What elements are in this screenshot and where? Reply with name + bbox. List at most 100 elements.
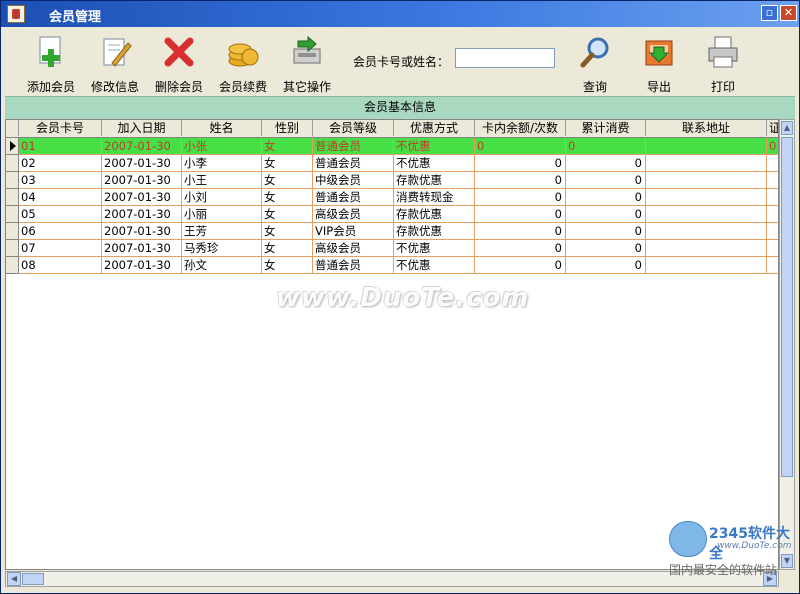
cell-extra[interactable] (767, 257, 778, 274)
cell-id[interactable]: 08 (19, 257, 102, 274)
cell-extra[interactable] (767, 240, 778, 257)
cell-extra[interactable] (767, 223, 778, 240)
scroll-left-arrow-icon[interactable]: ◀ (7, 572, 21, 586)
vertical-scrollbar[interactable]: ▲ ▼ (779, 119, 795, 570)
cell-level[interactable]: 高级会员 (313, 206, 394, 223)
cell-name[interactable]: 马秀珍 (182, 240, 262, 257)
row-indicator[interactable] (6, 206, 19, 223)
cell-discount[interactable]: 存款优惠 (394, 172, 475, 189)
cell-extra[interactable] (767, 172, 778, 189)
cell-level[interactable]: 高级会员 (313, 240, 394, 257)
header-gender[interactable]: 性别 (262, 120, 313, 136)
cell-address[interactable] (646, 172, 767, 189)
cell-balance[interactable]: 0 (475, 240, 566, 257)
cell-date[interactable]: 2007-01-30 (102, 138, 182, 155)
cell-level[interactable]: 普通会员 (313, 257, 394, 274)
cell-level[interactable]: 普通会员 (313, 138, 394, 155)
cell-gender[interactable]: 女 (262, 172, 313, 189)
row-indicator[interactable] (6, 138, 19, 155)
row-indicator[interactable] (6, 189, 19, 206)
cell-id[interactable]: 06 (19, 223, 102, 240)
cell-gender[interactable]: 女 (262, 206, 313, 223)
cell-address[interactable] (646, 240, 767, 257)
header-extra[interactable]: 证 (767, 120, 778, 136)
cell-level[interactable]: 普通会员 (313, 155, 394, 172)
cell-total[interactable]: 0 (566, 189, 646, 206)
vertical-scroll-thumb[interactable] (781, 137, 793, 477)
cell-address[interactable] (646, 189, 767, 206)
cell-balance[interactable]: 0 (475, 155, 566, 172)
cell-gender[interactable]: 女 (262, 257, 313, 274)
cell-id[interactable]: 05 (19, 206, 102, 223)
cell-name[interactable]: 王芳 (182, 223, 262, 240)
cell-balance[interactable]: 0 (475, 257, 566, 274)
cell-date[interactable]: 2007-01-30 (102, 172, 182, 189)
cell-discount[interactable]: 消费转现金 (394, 189, 475, 206)
cell-balance[interactable]: 0 (475, 172, 566, 189)
cell-id[interactable]: 03 (19, 172, 102, 189)
cell-extra[interactable] (767, 155, 778, 172)
cell-name[interactable]: 小张 (182, 138, 262, 155)
export-button[interactable]: 导出 (629, 33, 689, 94)
header-address[interactable]: 联系地址 (646, 120, 767, 136)
renew-member-button[interactable]: 会员续费 (213, 33, 273, 94)
edit-info-button[interactable]: 修改信息 (85, 33, 145, 94)
title-bar[interactable]: 会员管理 ▫ ✕ (1, 1, 799, 27)
print-button[interactable]: 打印 (693, 33, 753, 94)
cell-gender[interactable]: 女 (262, 223, 313, 240)
scroll-up-arrow-icon[interactable]: ▲ (781, 121, 793, 135)
cell-address[interactable] (646, 223, 767, 240)
delete-member-button[interactable]: 删除会员 (149, 33, 209, 94)
restore-button[interactable]: ▫ (761, 5, 778, 21)
member-grid[interactable]: 会员卡号 加入日期 姓名 性别 会员等级 优惠方式 卡内余额/次数 累计消费 联… (5, 119, 779, 570)
cell-name[interactable]: 孙文 (182, 257, 262, 274)
cell-extra[interactable] (767, 189, 778, 206)
cell-address[interactable] (646, 138, 767, 155)
cell-balance[interactable]: 0 (475, 223, 566, 240)
row-indicator[interactable] (6, 240, 19, 257)
cell-discount[interactable]: 存款优惠 (394, 223, 475, 240)
cell-date[interactable]: 2007-01-30 (102, 189, 182, 206)
table-row[interactable]: 06 2007-01-30 王芳女 VIP会员 存款优惠 0 0 (6, 223, 778, 240)
header-total[interactable]: 累计消费 (566, 120, 646, 136)
other-operations-button[interactable]: 其它操作 (277, 33, 337, 94)
cell-date[interactable]: 2007-01-30 (102, 155, 182, 172)
cell-total[interactable]: 0 (566, 155, 646, 172)
cell-date[interactable]: 2007-01-30 (102, 206, 182, 223)
table-row[interactable]: 05 2007-01-30 小丽女高级会员 存款优惠 0 0 (6, 206, 778, 223)
cell-total[interactable]: 0 (566, 223, 646, 240)
cell-total[interactable]: 0 (566, 172, 646, 189)
cell-gender[interactable]: 女 (262, 138, 313, 155)
cell-id[interactable]: 02 (19, 155, 102, 172)
cell-id[interactable]: 01 (19, 138, 102, 155)
cell-address[interactable] (646, 155, 767, 172)
cell-level[interactable]: VIP会员 (313, 223, 394, 240)
cell-name[interactable]: 小李 (182, 155, 262, 172)
cell-total[interactable]: 0 (566, 138, 646, 155)
row-indicator[interactable] (6, 155, 19, 172)
header-card-no[interactable]: 会员卡号 (19, 120, 102, 136)
cell-gender[interactable]: 女 (262, 189, 313, 206)
cell-total[interactable]: 0 (566, 206, 646, 223)
cell-level[interactable]: 普通会员 (313, 189, 394, 206)
cell-total[interactable]: 0 (566, 240, 646, 257)
cell-date[interactable]: 2007-01-30 (102, 223, 182, 240)
cell-address[interactable] (646, 257, 767, 274)
cell-name[interactable]: 小刘 (182, 189, 262, 206)
header-level[interactable]: 会员等级 (313, 120, 394, 136)
search-button[interactable]: 查询 (565, 33, 625, 94)
search-input[interactable] (455, 48, 555, 68)
cell-date[interactable]: 2007-01-30 (102, 240, 182, 257)
header-name[interactable]: 姓名 (182, 120, 262, 136)
header-balance[interactable]: 卡内余额/次数 (475, 120, 566, 136)
cell-discount[interactable]: 不优惠 (394, 155, 475, 172)
add-member-button[interactable]: 添加会员 (21, 33, 81, 94)
cell-discount[interactable]: 存款优惠 (394, 206, 475, 223)
cell-address[interactable] (646, 206, 767, 223)
horizontal-scroll-thumb[interactable] (22, 573, 44, 585)
table-row[interactable]: 07 2007-01-30 马秀珍女高级会员 不优惠 0 0 (6, 240, 778, 257)
cell-discount[interactable]: 不优惠 (394, 257, 475, 274)
cell-id[interactable]: 07 (19, 240, 102, 257)
cell-gender[interactable]: 女 (262, 240, 313, 257)
table-row[interactable]: 02 2007-01-30 小李女普通会员 不优惠 0 0 (6, 155, 778, 172)
